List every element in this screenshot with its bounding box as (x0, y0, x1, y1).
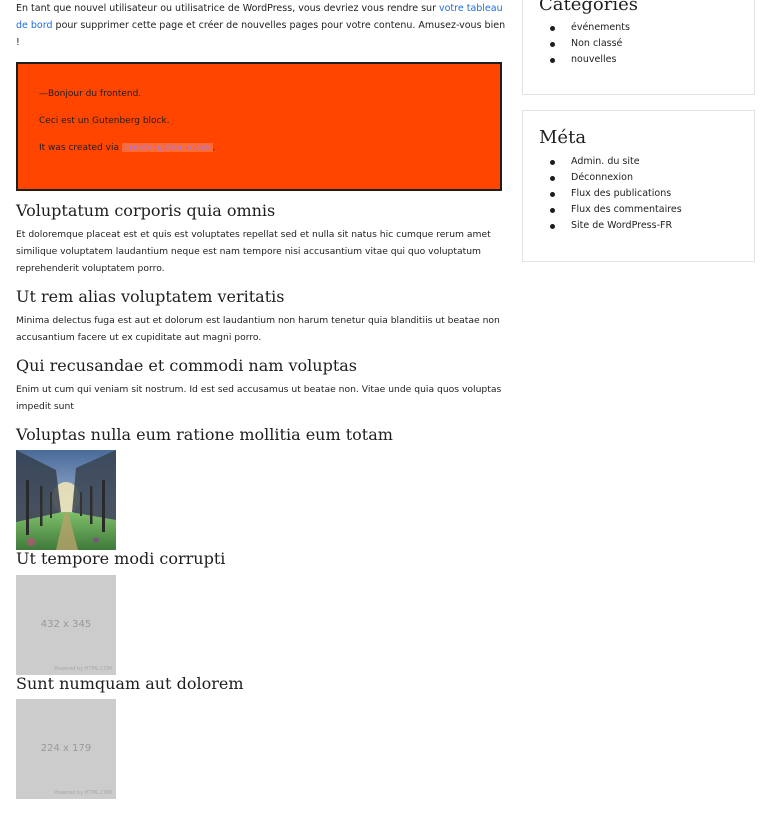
categories-widget-title: Catégories (539, 0, 638, 15)
gutenberg-block: —Bonjour du frontend. Ceci est un Gutenb… (16, 62, 502, 191)
placeholder-dimensions: 224 x 179 (40, 743, 92, 754)
category-link-evenements[interactable]: événements (550, 20, 630, 36)
category-link-non-classe[interactable]: Non classé (550, 36, 630, 52)
meta-link-wordpress-fr[interactable]: Site de WordPress-FR (550, 218, 682, 234)
category-link-nouvelles[interactable]: nouvelles (550, 52, 630, 68)
post-thumbnail-placeholder-2[interactable]: 224 x 179 Powered by HTML.COM (16, 699, 116, 799)
meta-link-posts-feed[interactable]: Flux des publications (550, 186, 682, 202)
placeholder-powered-by: Powered by HTML.COM (54, 790, 112, 796)
meta-list: Admin. du site Déconnexion Flux des publ… (550, 154, 682, 234)
intro-text-after: pour supprimer cette page et créer de no… (16, 20, 506, 48)
tree-lined-path-image (16, 450, 116, 550)
categories-list: événements Non classé nouvelles (550, 20, 630, 68)
gutenberg-line-2: Ceci est un Gutenberg block. (39, 116, 170, 126)
create-guten-block-code: create-guten-block (121, 143, 213, 152)
meta-link-comments-feed[interactable]: Flux des commentaires (550, 202, 682, 218)
gutenberg-line-1: —Bonjour du frontend. (39, 89, 142, 99)
post-title-1[interactable]: Voluptatum corporis quia omnis (16, 201, 275, 220)
meta-link-admin[interactable]: Admin. du site (550, 154, 682, 170)
post-excerpt-3: Enim ut cum qui veniam sit nostrum. Id e… (16, 384, 502, 412)
post-thumbnail-tree-path[interactable] (16, 450, 116, 550)
intro-paragraph: En tant que nouvel utilisateur ou utilis… (16, 0, 506, 51)
post-thumbnail-placeholder-1[interactable]: 432 x 345 Powered by HTML.COM (16, 575, 116, 675)
intro-text-before: En tant que nouvel utilisateur ou utilis… (16, 3, 439, 14)
categories-widget: Catégories événements Non classé nouvell… (522, 0, 755, 95)
meta-widget: Méta Admin. du site Déconnexion Flux des… (522, 110, 755, 262)
post-title-5[interactable]: Ut tempore modi corrupti (16, 549, 225, 568)
post-title-3[interactable]: Qui recusandae et commodi nam voluptas (16, 356, 357, 375)
placeholder-powered-by: Powered by HTML.COM (54, 666, 112, 672)
post-title-2[interactable]: Ut rem alias voluptatem veritatis (16, 287, 284, 306)
gutenberg-line-3-suffix: . (212, 143, 216, 153)
placeholder-dimensions: 432 x 345 (40, 619, 92, 630)
gutenberg-line-3-prefix: It was created via (39, 143, 122, 153)
post-excerpt-2: Minima delectus fuga est aut et dolorum … (16, 315, 500, 343)
post-excerpt-1: Et doloremque placeat est et quis est vo… (16, 229, 491, 274)
gutenberg-line-3: It was created via create-guten-block. (39, 143, 215, 153)
post-title-6[interactable]: Sunt numquam aut dolorem (16, 674, 243, 693)
meta-widget-title: Méta (539, 127, 587, 148)
meta-link-logout[interactable]: Déconnexion (550, 170, 682, 186)
post-title-4[interactable]: Voluptas nulla eum ratione mollitia eum … (16, 425, 393, 444)
